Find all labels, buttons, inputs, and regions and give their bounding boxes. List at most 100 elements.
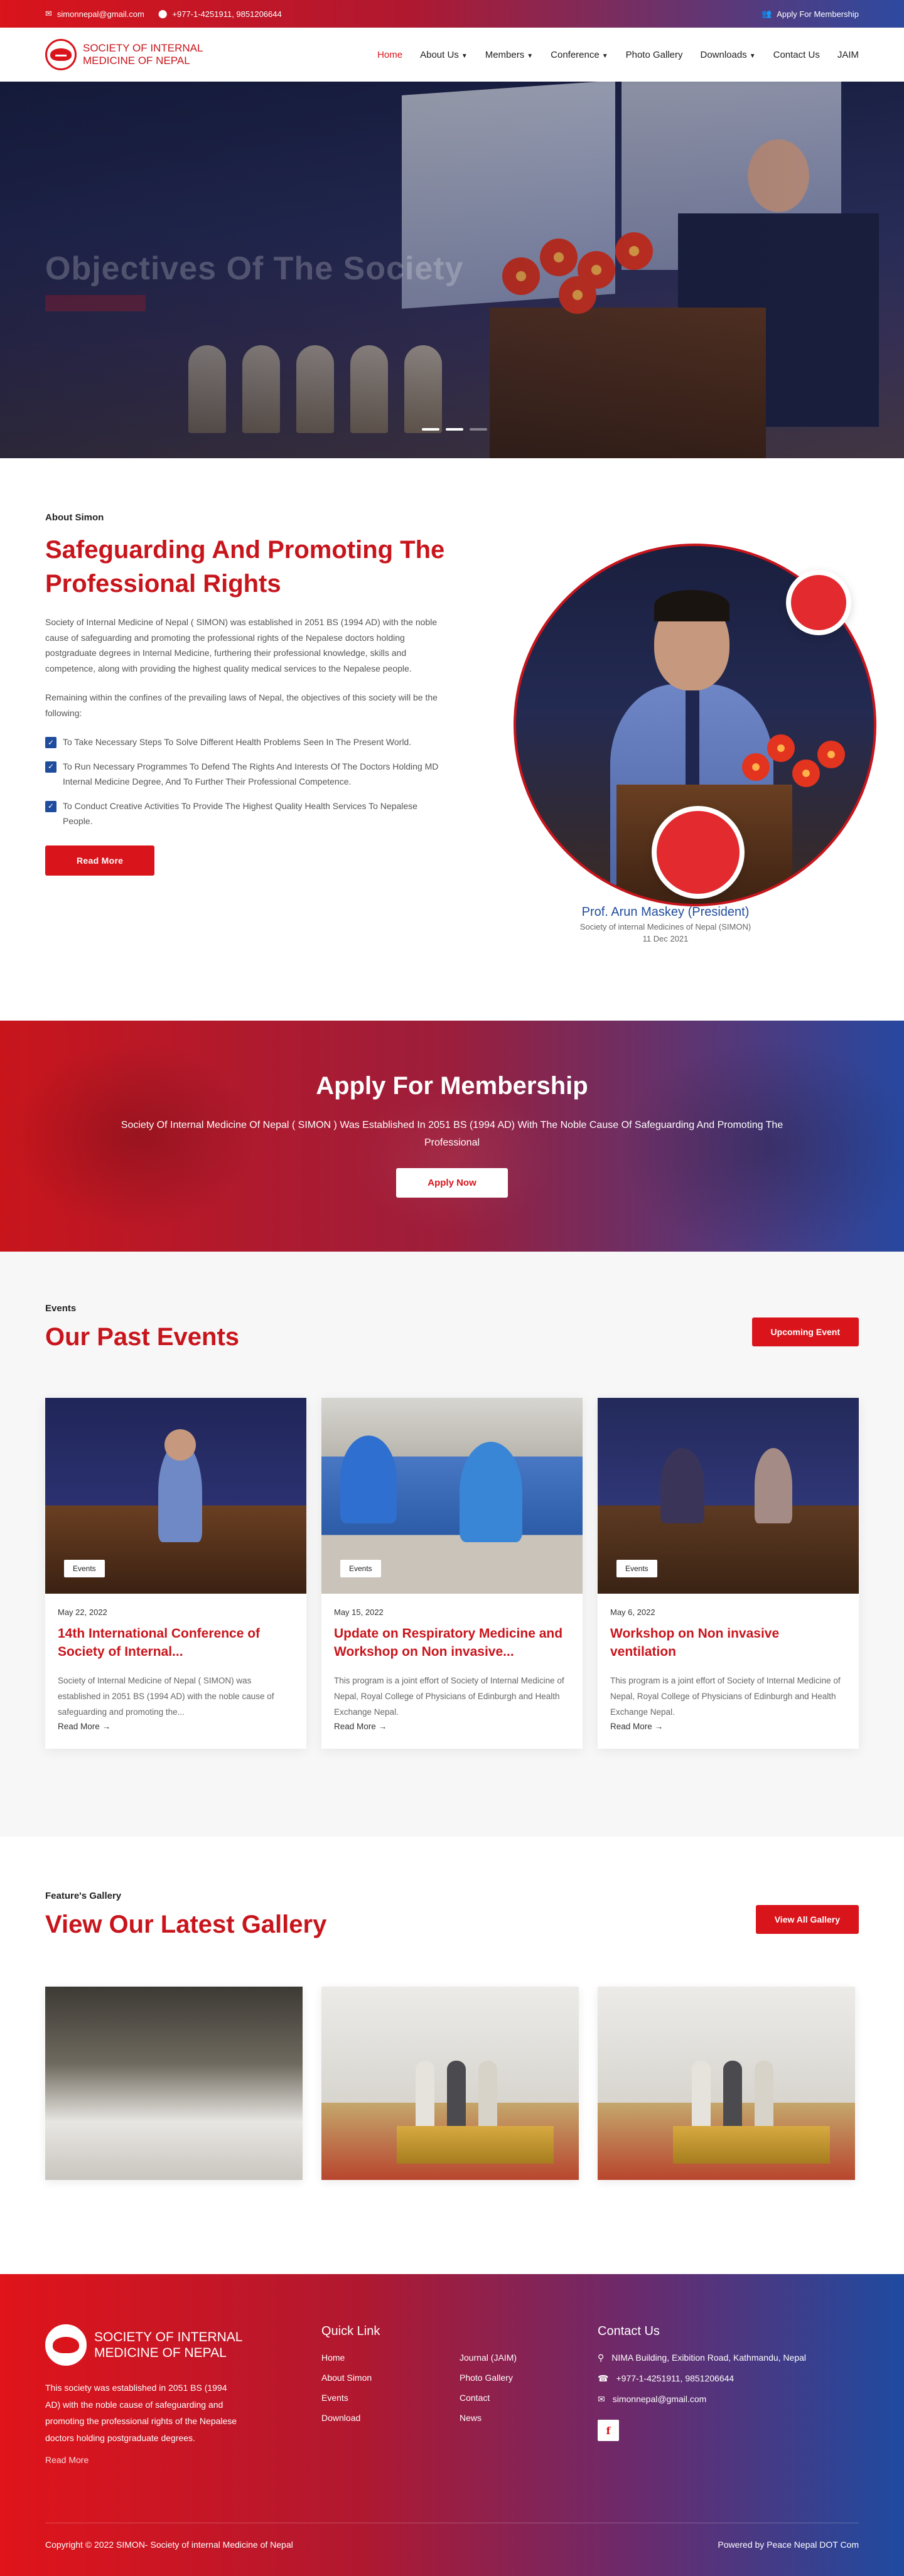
event-desc: This program is a joint effort of Societ… [610,1676,841,1717]
objectives-list: ✓ To Take Necessary Steps To Solve Differ… [45,734,447,829]
event-tag: Events [616,1560,657,1577]
checkbox-icon: ✓ [45,800,56,812]
footer-link-about[interactable]: About Simon [321,2373,460,2383]
event-read-more[interactable]: Read More → [58,1722,110,1731]
society-logo-icon [45,2324,87,2366]
top-bar: ✉ simonnepal@gmail.com ⬤ +977-1-4251911,… [0,0,904,28]
site-header: SOCIETY OF INTERNAL MEDICINE OF NEPAL Ho… [0,28,904,82]
topbar-phone-link[interactable]: ⬤ +977-1-4251911, 9851206644 [158,9,282,19]
brand-name: SOCIETY OF INTERNAL MEDICINE OF NEPAL [83,42,203,67]
nav-contact[interactable]: Contact Us [773,50,820,60]
event-title[interactable]: Update on Respiratory Medicine and Works… [334,1624,570,1662]
hero-slider[interactable]: Objectives Of The Society [0,82,904,458]
footer-link-contact[interactable]: Contact [460,2393,585,2403]
nav-photo-gallery[interactable]: Photo Gallery [626,50,683,60]
gallery-image[interactable] [598,1987,855,2180]
events-eyebrow: Events [45,1303,77,1314]
about-section: About Simon Safeguarding And Promoting T… [0,458,904,1021]
event-tag: Events [64,1560,105,1577]
membership-banner: Apply For Membership Society Of Internal… [0,1021,904,1252]
footer-link-download[interactable]: Download [321,2413,460,2423]
topbar-membership-link[interactable]: 👥 Apply For Membership [761,9,859,19]
contact-info: ⚲ NIMA Building, Exibition Road, Kathmand… [598,2353,859,2405]
footer-link-photo-gallery[interactable]: Photo Gallery [460,2373,585,2383]
footer-read-more[interactable]: Read More [45,2455,321,2465]
objective-item: ✓ To Conduct Creative Activities To Provi… [45,798,447,829]
location-pin-icon: ⚲ [598,2353,605,2363]
president-name: Prof. Arun Maskey (President) [581,905,750,919]
gallery-eyebrow: Feature's Gallery [45,1891,122,1901]
footer-link-events[interactable]: Events [321,2393,460,2403]
footer-brand-line2: MEDICINE OF NEPAL [94,2346,227,2360]
brand-line1: SOCIETY OF INTERNAL [83,42,203,55]
event-title[interactable]: 14th International Conference of Society… [58,1624,294,1662]
gallery-image[interactable] [321,1987,579,2180]
membership-title: Apply For Membership [316,1072,588,1100]
location-pin-icon: ⬤ [158,9,168,18]
objective-text: To Run Necessary Programmes To Defend Th… [63,761,439,787]
topbar-email-link[interactable]: ✉ simonnepal@gmail.com [45,9,144,19]
objective-item: ✓ To Run Necessary Programmes To Defend T… [45,759,447,790]
hero-title: Objectives Of The Society [45,250,464,287]
events-title: Our Past Events [45,1323,240,1351]
facebook-icon[interactable]: f [598,2420,619,2441]
chevron-down-icon: ▼ [749,52,756,60]
footer-link-journal[interactable]: Journal (JAIM) [460,2353,585,2363]
nav-downloads[interactable]: Downloads ▼ [701,50,756,60]
nav-jaim[interactable]: JAIM [837,50,859,60]
topbar-membership-label: Apply For Membership [777,9,859,19]
nav-members[interactable]: Members ▼ [485,50,533,60]
nav-members-label: Members [485,49,525,60]
president-org: Society of internal Medicines of Nepal (… [579,922,751,931]
contact-phone[interactable]: +977-1-4251911, 9851206644 [616,2373,734,2384]
powered-by-link[interactable]: Powered by Peace Nepal DOT Com [718,2540,859,2550]
nav-conference[interactable]: Conference ▼ [551,50,608,60]
arrow-right-icon: → [378,1722,387,1731]
president-caption: Prof. Arun Maskey (President) Society of… [472,905,859,943]
gallery-section: Feature's Gallery View Our Latest Galler… [0,1837,904,2274]
contact-email[interactable]: simonnepal@gmail.com [613,2394,707,2405]
slider-dot-2[interactable] [446,428,463,431]
footer-link-home[interactable]: Home [321,2353,460,2363]
event-read-more-label: Read More [58,1722,100,1731]
phone-icon: ☎ [598,2373,609,2383]
event-date: May 22, 2022 [58,1607,107,1617]
brand-logo-link[interactable]: SOCIETY OF INTERNAL MEDICINE OF NEPAL [45,39,203,70]
event-card[interactable]: Events May 22, 2022 14th International C… [45,1398,306,1749]
quick-link-heading: Quick Link [321,2324,380,2338]
objective-item: ✓ To Take Necessary Steps To Solve Differ… [45,734,447,750]
footer-bottom: Copyright © 2022 SIMON- Society of inter… [45,2523,859,2576]
brand-line2: MEDICINE OF NEPAL [83,55,190,67]
main-nav: Home About Us ▼ Members ▼ Conference ▼ Phot… [377,50,859,60]
slider-dot-1[interactable] [422,428,439,431]
event-desc: This program is a joint effort of Societ… [334,1676,564,1717]
event-read-more[interactable]: Read More → [334,1722,387,1731]
upcoming-event-button[interactable]: Upcoming Event [751,1318,859,1346]
footer-link-news[interactable]: News [460,2413,585,2423]
slider-dot-3[interactable] [470,428,487,431]
nav-about[interactable]: About Us ▼ [420,50,468,60]
decor-circle-small [786,570,851,635]
about-title: Safeguarding And Promoting The Professio… [45,536,445,598]
quick-links: Home Journal (JAIM) About Simon Photo Ga… [321,2353,598,2423]
president-feature: Prof. Arun Maskey (President) Society of… [472,512,876,964]
gallery-image[interactable] [45,1987,303,2180]
event-tag: Events [340,1560,381,1577]
event-read-more[interactable]: Read More → [610,1722,663,1731]
nav-home[interactable]: Home [377,50,402,60]
membership-text: Society Of Internal Medicine Of Nepal ( … [121,1120,783,1148]
users-icon: 👥 [761,9,772,18]
envelope-icon: ✉ [598,2394,605,2404]
chevron-down-icon: ▼ [461,52,468,60]
event-card[interactable]: Events May 15, 2022 Update on Respirator… [321,1398,583,1749]
event-title[interactable]: Workshop on Non invasive ventilation [610,1624,846,1662]
hero-subtitle-bar [45,295,146,311]
event-image: Events [598,1398,859,1594]
event-card[interactable]: Events May 6, 2022 Workshop on Non invas… [598,1398,859,1749]
about-para-1: Society of Internal Medicine of Nepal ( … [45,617,438,674]
apply-now-button[interactable]: Apply Now [396,1168,508,1198]
view-all-gallery-button[interactable]: View All Gallery [755,1905,859,1934]
contact-address: NIMA Building, Exibition Road, Kathmandu… [611,2353,806,2363]
objective-text: To Take Necessary Steps To Solve Differe… [63,737,412,747]
about-read-more-button[interactable]: Read More [45,845,155,876]
